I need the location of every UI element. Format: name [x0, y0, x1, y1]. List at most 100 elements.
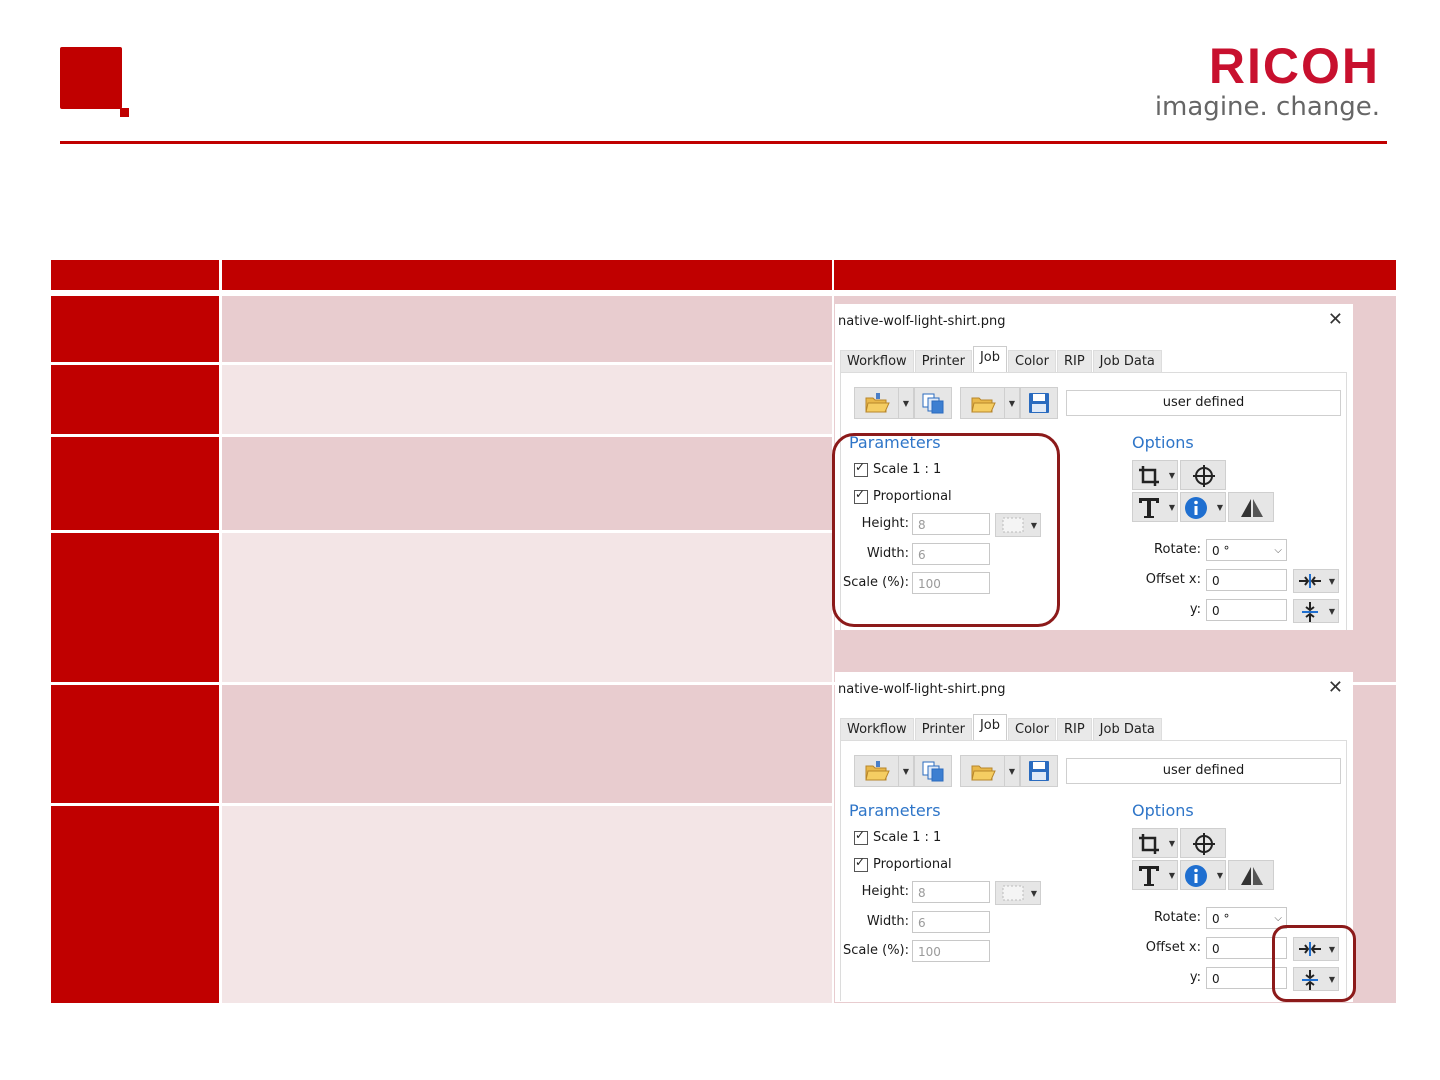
offset-y-label: y: — [1189, 970, 1201, 985]
centering-buttons-highlight — [1272, 925, 1356, 1002]
close-icon[interactable]: ✕ — [1328, 677, 1343, 698]
tab-color[interactable]: Color — [1008, 350, 1056, 373]
tab-workflow[interactable]: Workflow — [840, 718, 914, 741]
rotate-select[interactable]: 0 ° ⌵ — [1206, 539, 1287, 561]
table-row-6-text — [222, 806, 832, 1003]
offset-x-label: Offset x: — [1145, 572, 1201, 587]
tab-job-data[interactable]: Job Data — [1092, 350, 1162, 373]
table-row-5-label — [51, 685, 219, 803]
parameters-highlight — [832, 433, 1060, 627]
rotate-label: Rotate: — [1154, 542, 1201, 557]
close-icon[interactable]: ✕ — [1328, 309, 1343, 330]
copy-pages-icon — [922, 761, 944, 782]
text-button[interactable]: ▼ — [1132, 492, 1178, 522]
chevron-down-icon: ▼ — [1328, 577, 1335, 586]
table-row-3-label — [51, 437, 219, 530]
table-row-1-label — [51, 296, 219, 362]
info-button[interactable]: ▼ — [1180, 492, 1226, 522]
center-horizontal-icon — [1299, 574, 1321, 588]
mirror-button[interactable] — [1228, 492, 1274, 522]
chevron-down-icon: ▼ — [1008, 766, 1016, 776]
folder-button[interactable] — [960, 387, 1006, 419]
mirror-button[interactable] — [1228, 860, 1274, 890]
table-row-3-text — [222, 437, 832, 530]
save-button[interactable] — [1020, 755, 1058, 787]
scale-1-1-checkbox[interactable]: Scale 1 : 1 — [854, 828, 942, 845]
tab-printer[interactable]: Printer — [914, 350, 972, 373]
checkbox-icon — [854, 828, 868, 845]
scale-percent-field[interactable]: 100 — [912, 940, 990, 962]
chevron-down-icon: ⌵ — [1274, 545, 1282, 556]
chevron-down-icon: ▼ — [1008, 398, 1016, 408]
open-folder-dropdown[interactable]: ▼ — [898, 387, 914, 419]
tab-workflow[interactable]: Workflow — [840, 350, 914, 373]
open-folder-button[interactable] — [854, 755, 900, 787]
open-folder-icon — [865, 393, 890, 413]
folder-dropdown[interactable]: ▼ — [1004, 755, 1020, 787]
scale-percent-label: Scale (%): — [843, 943, 909, 958]
tab-job-data[interactable]: Job Data — [1092, 718, 1162, 741]
page-size-icon — [1002, 885, 1024, 901]
center-vertical-button[interactable]: ▼ — [1293, 599, 1339, 623]
copy-pages-button[interactable] — [914, 387, 952, 419]
dialog-title: native-wolf-light-shirt.png — [838, 314, 1006, 329]
size-preset-button[interactable]: ▼ — [995, 881, 1041, 905]
text-button[interactable]: ▼ — [1132, 860, 1178, 890]
height-label: Height: — [861, 884, 909, 899]
crop-button[interactable]: ▼ — [1132, 828, 1178, 858]
open-folder-button[interactable] — [854, 387, 900, 419]
copy-pages-button[interactable] — [914, 755, 952, 787]
brand-tagline: imagine. change. — [1154, 92, 1380, 122]
chevron-down-icon: ▼ — [1168, 839, 1175, 848]
chevron-down-icon: ▼ — [1168, 503, 1175, 512]
offset-x-field[interactable]: 0 — [1206, 569, 1287, 591]
rotate-label: Rotate: — [1154, 910, 1201, 925]
info-button[interactable]: ▼ — [1180, 860, 1226, 890]
chevron-down-icon: ▼ — [1328, 607, 1335, 616]
tab-rip[interactable]: RIP — [1056, 350, 1092, 373]
table-row-6-label — [51, 806, 219, 1003]
crop-button[interactable]: ▼ — [1132, 460, 1178, 490]
offset-y-field[interactable]: 0 — [1206, 599, 1287, 621]
tab-printer[interactable]: Printer — [914, 718, 972, 741]
chevron-down-icon: ▼ — [1216, 871, 1223, 880]
folder-button[interactable] — [960, 755, 1006, 787]
crosshair-icon — [1193, 465, 1215, 487]
preset-field[interactable]: user defined — [1066, 390, 1341, 416]
tab-job[interactable]: Job — [972, 346, 1007, 374]
preset-field[interactable]: user defined — [1066, 758, 1341, 784]
checkbox-icon — [854, 855, 868, 872]
info-icon — [1185, 497, 1207, 519]
open-folder-dropdown[interactable]: ▼ — [898, 755, 914, 787]
height-field[interactable]: 8 — [912, 881, 990, 903]
tab-bar: Workflow Printer Job Color RIP Job Data — [840, 714, 1163, 742]
crosshair-icon — [1193, 833, 1215, 855]
table-row-4-text — [222, 533, 832, 682]
tab-job[interactable]: Job — [972, 714, 1007, 742]
save-icon — [1029, 393, 1049, 413]
folder-icon — [971, 765, 996, 781]
proportional-checkbox[interactable]: Proportional — [854, 855, 952, 872]
tab-rip[interactable]: RIP — [1056, 718, 1092, 741]
position-button[interactable] — [1180, 460, 1226, 490]
folder-icon — [971, 397, 996, 413]
scale-1-1-label: Scale 1 : 1 — [873, 830, 942, 845]
folder-dropdown[interactable]: ▼ — [1004, 387, 1020, 419]
width-field[interactable]: 6 — [912, 911, 990, 933]
info-icon — [1185, 865, 1207, 887]
chevron-down-icon: ▼ — [1216, 503, 1223, 512]
rotate-select[interactable]: 0 ° ⌵ — [1206, 907, 1287, 929]
tab-color[interactable]: Color — [1008, 718, 1056, 741]
save-button[interactable] — [1020, 387, 1058, 419]
header-rule — [60, 141, 1387, 144]
chevron-down-icon: ▼ — [1168, 871, 1175, 880]
table-row-5-text — [222, 685, 832, 803]
center-horizontal-button[interactable]: ▼ — [1293, 569, 1339, 593]
rotate-value: 0 ° — [1212, 544, 1230, 558]
position-button[interactable] — [1180, 828, 1226, 858]
table-header-col-1 — [51, 260, 219, 290]
options-heading: Options — [1132, 801, 1194, 820]
options-heading: Options — [1132, 433, 1194, 452]
table-row-2-text — [222, 365, 832, 434]
brand-name: RICOH — [1208, 38, 1380, 94]
